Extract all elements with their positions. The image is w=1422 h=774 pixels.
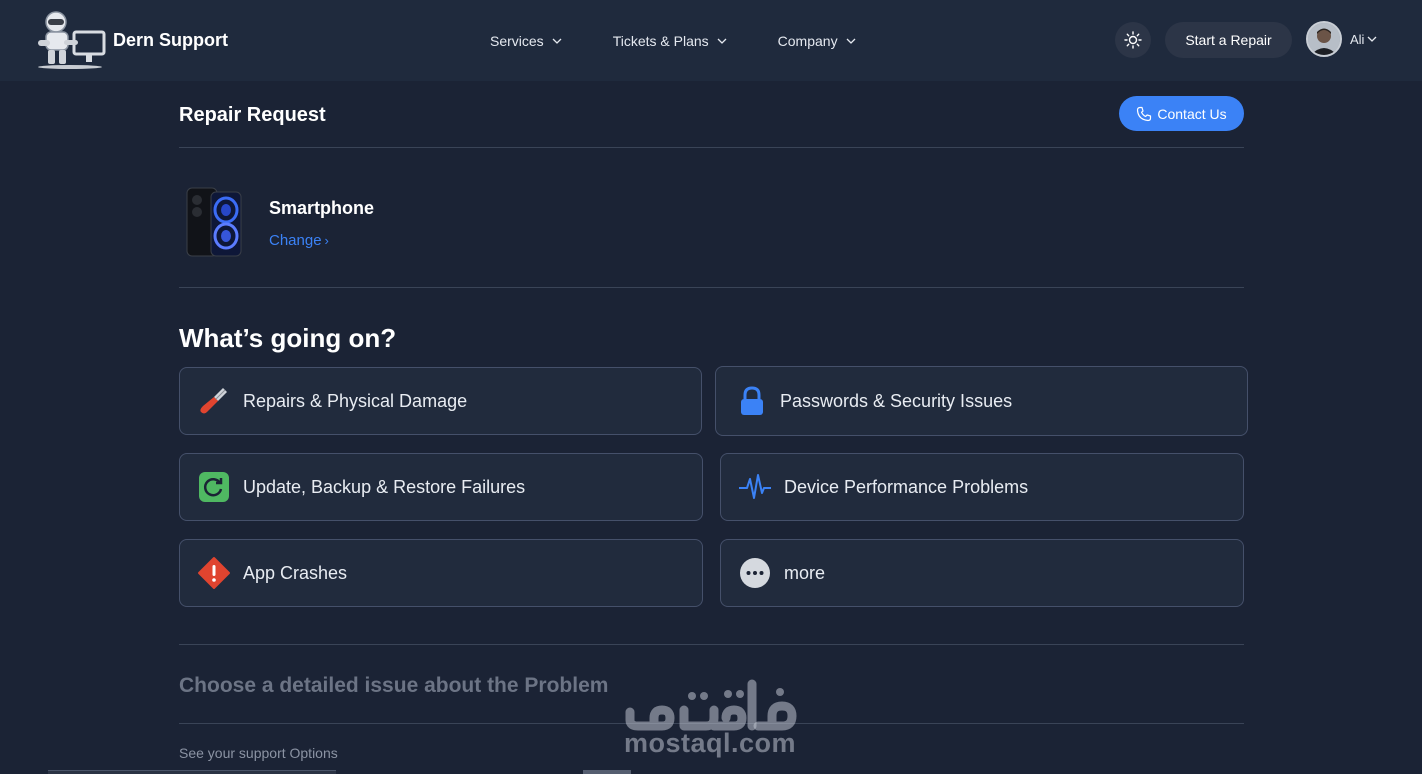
restore-icon [199, 472, 229, 502]
device-name: Smartphone [269, 198, 375, 218]
issues-title: What’s going on? [179, 323, 397, 353]
issue-label: Update, Backup & Restore Failures [243, 476, 526, 497]
smartphone-image [186, 187, 242, 257]
top-navbar: Dern Support Services Tickets & Plans Co… [0, 0, 1422, 81]
nav-services[interactable]: Services [490, 33, 562, 49]
title-row: Repair Request Contact Us [179, 96, 1244, 132]
partial-input-edge [48, 770, 336, 774]
issue-update-backup-restore[interactable]: Update, Backup & Restore Failures [179, 453, 703, 521]
watermark-text: mostaql.com [624, 728, 797, 758]
main-nav: Services Tickets & Plans Company [490, 0, 856, 81]
nav-tickets-plans[interactable]: Tickets & Plans [613, 33, 727, 49]
partial-button-edge [583, 770, 631, 774]
phone-icon [1137, 106, 1152, 121]
chevron-down-icon [1367, 36, 1377, 42]
chevron-down-icon [846, 38, 856, 44]
issue-repairs-physical-damage[interactable]: Repairs & Physical Damage [179, 367, 702, 435]
brand[interactable]: Dern Support [34, 10, 228, 70]
sun-icon [1124, 31, 1142, 49]
detailed-issue-title: Choose a detailed issue about the Proble… [179, 674, 609, 697]
issue-label: Passwords & Security Issues [780, 390, 1013, 411]
issue-label: more [784, 562, 826, 583]
chevron-down-icon [717, 38, 727, 44]
divider [179, 644, 1244, 645]
user-name: Ali [1350, 31, 1365, 47]
more-dots-icon [740, 558, 770, 588]
issue-passwords-security[interactable]: Passwords & Security Issues [715, 366, 1248, 436]
page-title: Repair Request [179, 104, 326, 126]
nav-company-label: Company [777, 32, 838, 49]
nav-tickets-label: Tickets & Plans [612, 32, 709, 49]
divider [179, 287, 1244, 288]
issue-label: Repairs & Physical Damage [243, 390, 468, 411]
avatar [1306, 21, 1342, 57]
issue-more[interactable]: more [720, 539, 1244, 607]
user-photo-icon [1308, 23, 1340, 55]
user-menu[interactable]: Ali [1306, 21, 1377, 57]
robot-logo-icon [38, 11, 106, 69]
warning-diamond-icon [198, 557, 230, 589]
divider [179, 147, 1244, 148]
brand-name: Dern Support [113, 29, 228, 50]
theme-toggle-button[interactable] [1115, 22, 1151, 58]
lock-icon [741, 386, 763, 415]
issue-device-performance[interactable]: Device Performance Problems [720, 453, 1244, 521]
pulse-icon [739, 474, 771, 499]
nav-company[interactable]: Company [778, 33, 856, 49]
issue-label: Device Performance Problems [784, 476, 1029, 497]
screwdriver-icon [200, 388, 227, 414]
contact-us-label: Contact Us [1157, 105, 1227, 122]
change-device-link[interactable]: Change › [269, 232, 374, 249]
selected-device: Smartphone Change › [185, 186, 374, 258]
change-device-label: Change [269, 232, 322, 249]
support-options-note: See your support Options [179, 745, 338, 761]
start-repair-button[interactable]: Start a Repair [1165, 22, 1292, 58]
issue-app-crashes[interactable]: App Crashes [179, 539, 703, 607]
issue-label: App Crashes [243, 562, 348, 583]
nav-services-label: Services [490, 32, 544, 49]
contact-us-button[interactable]: Contact Us [1119, 96, 1244, 131]
chevron-down-icon [552, 38, 562, 44]
chevron-right-icon: › [324, 233, 329, 248]
